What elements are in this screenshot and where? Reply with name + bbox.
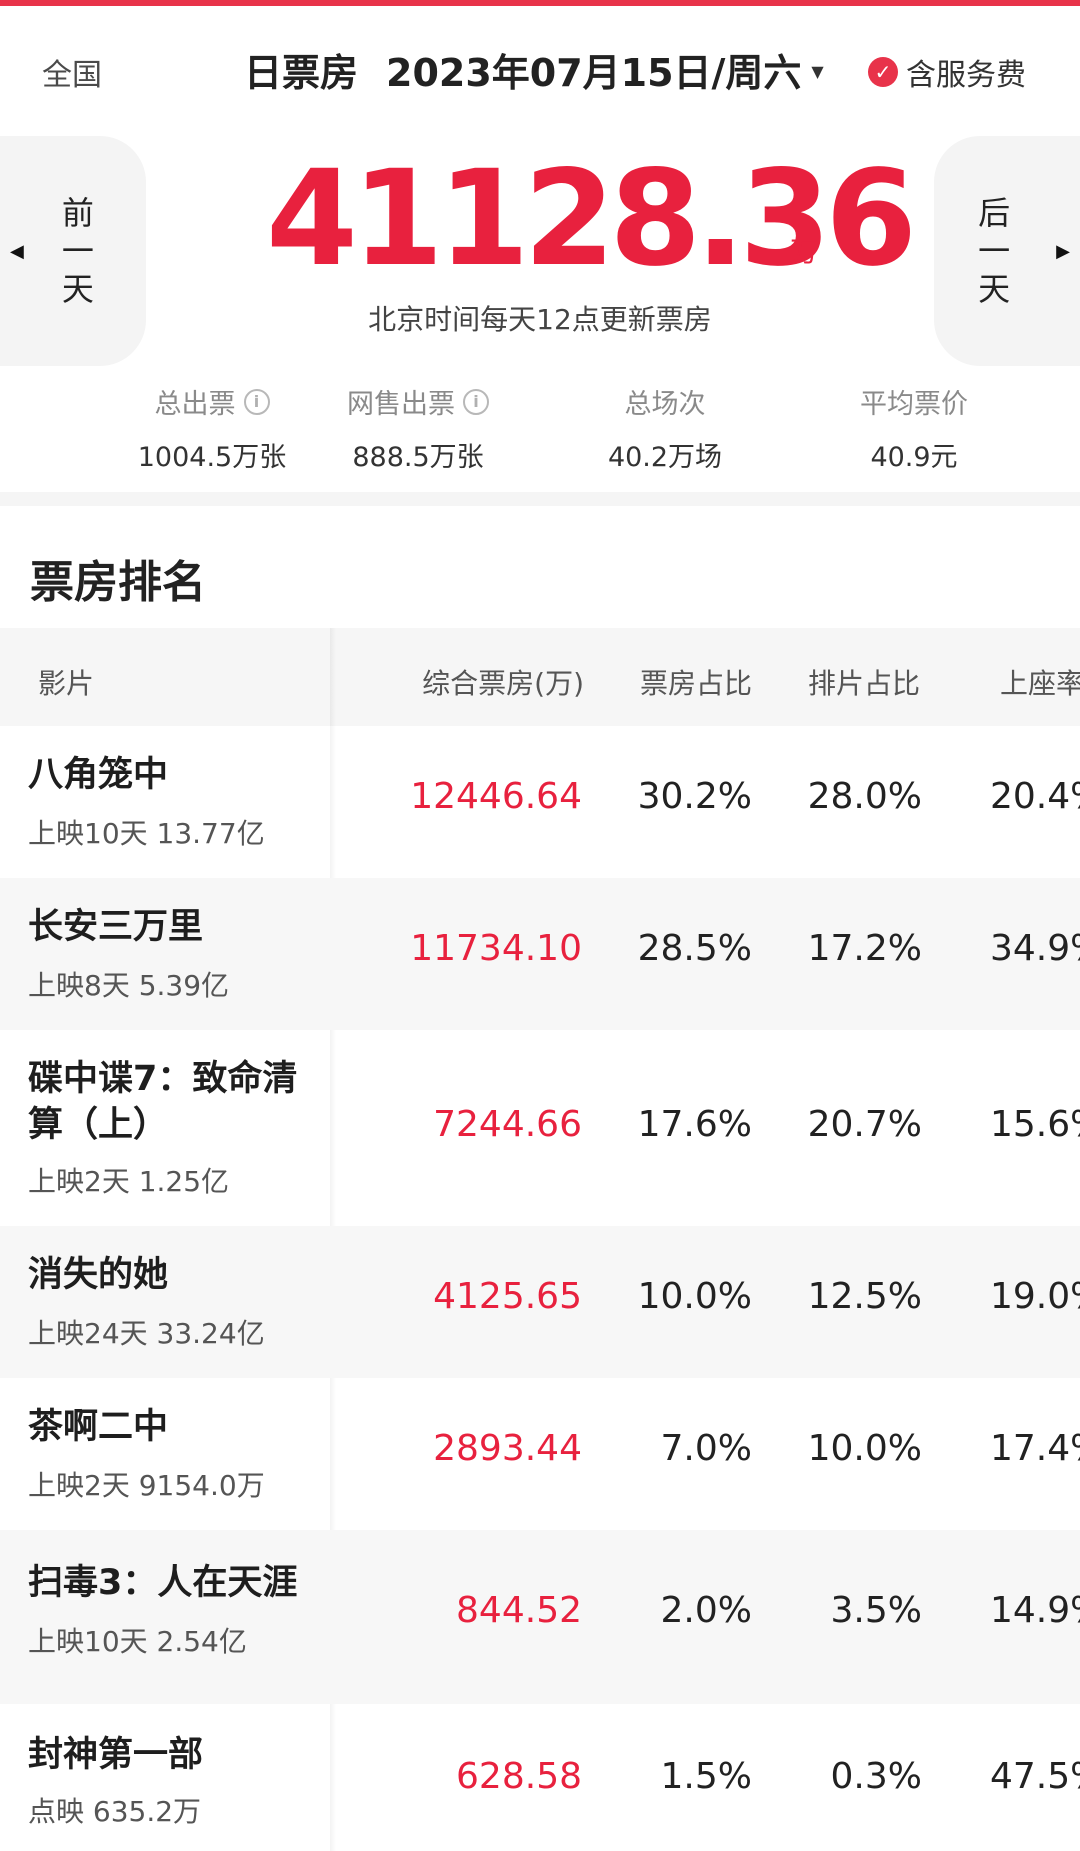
stat-value: 40.9元 <box>870 442 958 473</box>
service-fee-label: 含服务费 <box>906 58 1026 93</box>
film-release-info: 上映2天 9154.0万 <box>28 1469 265 1502</box>
prev-day-char: 前 <box>61 194 94 232</box>
film-name: 长安三万里 <box>28 907 204 947</box>
film-gross: 844.52 <box>456 1590 582 1631</box>
film-schedule-share: 20.7% <box>807 1104 922 1145</box>
stats-row: 总出票 i 1004.5万张 网售出票 i 888.5万张 总场次 40.2万场… <box>0 382 1080 482</box>
film-gross: 628.58 <box>456 1756 582 1797</box>
table-row[interactable]: 封神第一部 点映 635.2万 628.58 1.5% 0.3% 47.5% <box>0 1704 1080 1851</box>
film-schedule-share: 28.0% <box>807 776 922 817</box>
film-occupancy: 34.9% <box>990 928 1080 969</box>
stat-value: 1004.5万张 <box>137 442 287 473</box>
next-day-char: 一 <box>978 232 1011 270</box>
film-gross-share: 17.6% <box>637 1104 752 1145</box>
film-name: 消失的她 <box>28 1255 169 1295</box>
film-schedule-share: 12.5% <box>807 1276 922 1317</box>
next-day-char: 后 <box>978 194 1011 232</box>
total-gross-unit: 万 <box>790 235 819 268</box>
film-gross: 12446.64 <box>410 776 582 817</box>
page-title: 日票房 <box>244 51 359 95</box>
col-header-gross[interactable]: 综合票房(万) <box>422 662 584 702</box>
film-name: 茶啊二中 <box>28 1407 169 1447</box>
col-header-schedule[interactable]: 排片占比 <box>808 662 920 702</box>
date-selector[interactable]: 日票房 2023年07月15日/周六 ▼ <box>244 42 824 97</box>
film-release-info: 上映10天 13.77亿 <box>28 817 265 850</box>
col-header-occupancy[interactable]: 上座率 <box>1000 662 1080 702</box>
film-name: 八角笼中 <box>28 755 169 795</box>
stat-total-tickets: 总出票 i 1004.5万张 <box>92 382 332 474</box>
film-gross: 7244.66 <box>433 1104 582 1145</box>
stat-value: 40.2万场 <box>607 442 723 473</box>
film-gross-share: 28.5% <box>637 928 752 969</box>
stat-label: 总场次 <box>624 389 706 420</box>
next-day-button[interactable]: 后 一 天 ▶ <box>934 136 1080 366</box>
stat-avg-price: 平均票价 40.9元 <box>794 382 1034 474</box>
film-gross-share: 1.5% <box>660 1756 752 1797</box>
service-fee-toggle[interactable]: ✓ 含服务费 <box>868 50 1026 94</box>
film-schedule-share: 10.0% <box>807 1428 922 1469</box>
film-occupancy: 14.9% <box>990 1590 1080 1631</box>
film-schedule-share: 0.3% <box>830 1756 922 1797</box>
table-row[interactable]: 长安三万里 上映8天 5.39亿 11734.10 28.5% 17.2% 34… <box>0 878 1080 1030</box>
section-divider <box>0 492 1080 506</box>
table-header: 影片 综合票房(万) 票房占比 排片占比 上座率 <box>0 628 1080 726</box>
film-occupancy: 20.4% <box>990 776 1080 817</box>
film-occupancy: 47.5% <box>990 1756 1080 1797</box>
region-selector[interactable]: 全国 <box>42 50 102 94</box>
film-name: 封神第一部 <box>28 1735 204 1775</box>
table-row[interactable]: 消失的她 上映24天 33.24亿 4125.65 10.0% 12.5% 19… <box>0 1226 1080 1378</box>
film-name: 碟中谍7：致命清算（上） <box>28 1059 298 1145</box>
stat-label: 总出票 <box>154 389 236 420</box>
stat-label: 网售出票 <box>347 389 455 420</box>
stat-online-tickets: 网售出票 i 888.5万张 <box>298 382 538 474</box>
info-icon[interactable]: i <box>243 388 270 415</box>
table-row[interactable]: 扫毒3：人在天涯 上映10天 2.54亿 844.52 2.0% 3.5% 14… <box>0 1530 1080 1704</box>
date-label: 2023年07月15日/周六 <box>386 51 802 95</box>
stat-label-wrap: 总出票 i <box>92 382 332 421</box>
stat-value: 888.5万张 <box>352 442 484 473</box>
table-row[interactable]: 八角笼中 上映10天 13.77亿 12446.64 30.2% 28.0% 2… <box>0 726 1080 878</box>
box-office-page: 全国 日票房 2023年07月15日/周六 ▼ ✓ 含服务费 ◀ 前 一 天 4… <box>0 0 1080 1851</box>
next-day-label: 后 一 天 <box>978 194 1010 308</box>
col-header-share[interactable]: 票房占比 <box>640 662 752 702</box>
prev-day-label: 前 一 天 <box>62 194 94 308</box>
film-release-info: 上映8天 5.39亿 <box>28 969 230 1002</box>
header: 全国 日票房 2023年07月15日/周六 ▼ ✓ 含服务费 <box>0 6 1080 124</box>
caret-down-icon: ▼ <box>811 62 824 81</box>
film-occupancy: 15.6% <box>990 1104 1080 1145</box>
film-release-info: 上映2天 1.25亿 <box>28 1165 230 1198</box>
film-gross: 11734.10 <box>410 928 582 969</box>
stat-total-shows: 总场次 40.2万场 <box>545 382 785 474</box>
table-row[interactable]: 碟中谍7：致命清算（上） 上映2天 1.25亿 7244.66 17.6% 20… <box>0 1030 1080 1226</box>
check-icon: ✓ <box>868 57 898 87</box>
film-gross-share: 30.2% <box>637 776 752 817</box>
next-day-char: 天 <box>978 270 1011 308</box>
film-gross-share: 7.0% <box>660 1428 752 1469</box>
film-schedule-share: 17.2% <box>807 928 922 969</box>
film-schedule-share: 3.5% <box>830 1590 922 1631</box>
film-occupancy: 17.4% <box>990 1428 1080 1469</box>
update-note: 北京时间每天12点更新票房 <box>368 303 712 336</box>
film-gross-share: 2.0% <box>660 1590 752 1631</box>
film-gross-share: 10.0% <box>637 1276 752 1317</box>
film-gross: 2893.44 <box>433 1428 582 1469</box>
ranking-table: 影片 综合票房(万) 票房占比 排片占比 上座率 八角笼中 上映10天 13.7… <box>0 628 1080 1851</box>
col-header-film: 影片 <box>38 667 95 700</box>
total-box-office: ◀ 前 一 天 41128.36 万 北京时间每天12点更新票房 后 一 天 ▶ <box>0 124 1080 372</box>
ranking-title: 票房排名 <box>30 557 206 608</box>
film-release-info: 上映24天 33.24亿 <box>28 1317 265 1350</box>
film-name: 扫毒3：人在天涯 <box>28 1563 298 1603</box>
prev-day-char: 一 <box>61 232 94 270</box>
film-release-info: 上映10天 2.54亿 <box>28 1625 247 1658</box>
stat-label-wrap: 网售出票 i <box>298 382 538 421</box>
film-release-info: 点映 635.2万 <box>28 1795 202 1828</box>
total-gross: 41128.36 <box>266 142 917 296</box>
table-row[interactable]: 茶啊二中 上映2天 9154.0万 2893.44 7.0% 10.0% 17.… <box>0 1378 1080 1530</box>
triangle-right-icon: ▶ <box>1056 240 1070 262</box>
info-icon[interactable]: i <box>463 388 489 415</box>
stat-label: 平均票价 <box>860 389 968 420</box>
film-gross: 4125.65 <box>433 1276 582 1317</box>
triangle-left-icon: ◀ <box>10 240 24 262</box>
film-occupancy: 19.0% <box>990 1276 1080 1317</box>
